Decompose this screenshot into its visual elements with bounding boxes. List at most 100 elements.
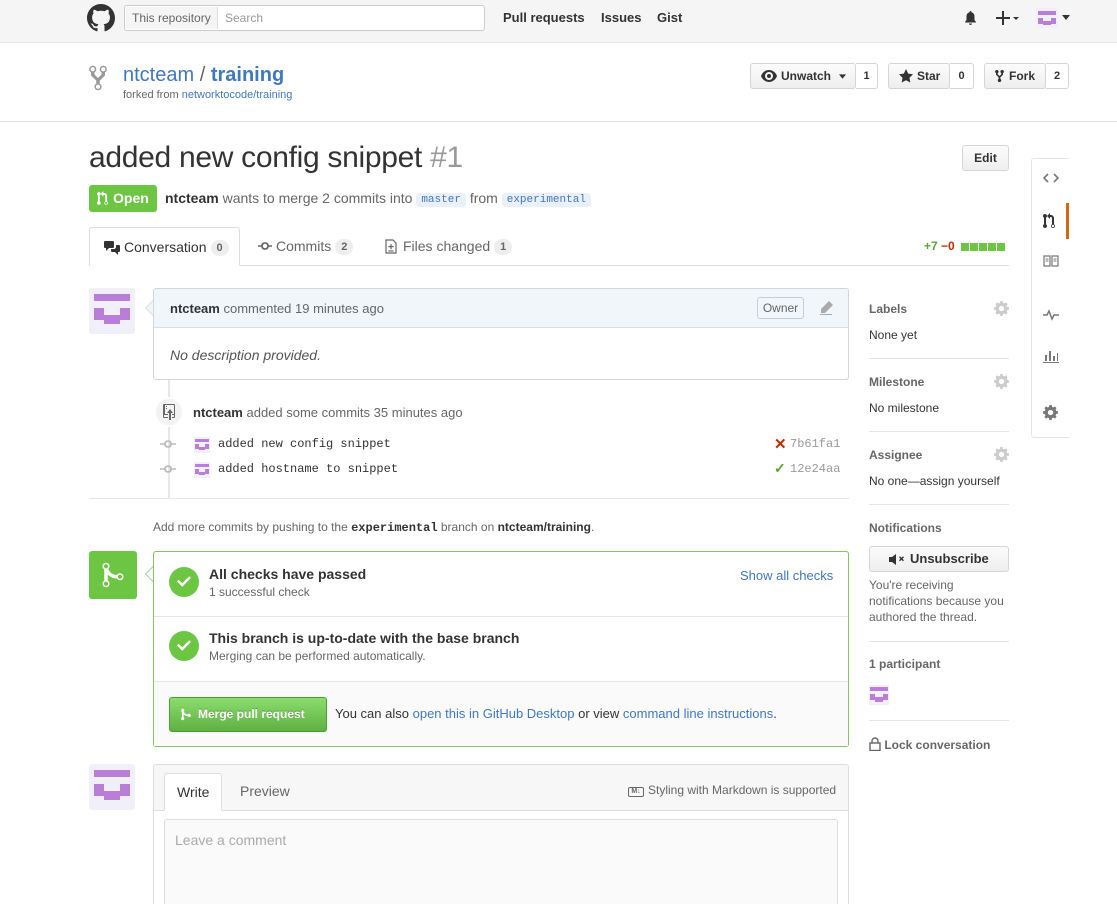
search-box: This repository	[124, 5, 485, 31]
fork-button[interactable]: Fork	[984, 63, 1046, 89]
tab-files-changed-label: Files changed 1	[403, 227, 513, 266]
head-branch[interactable]: experimental	[501, 193, 591, 207]
star-count[interactable]: 0	[950, 63, 974, 89]
commit-message[interactable]: added new config snippet	[218, 437, 391, 451]
git-merge-icon	[102, 562, 124, 588]
tab-files-changed[interactable]: Files changed 1	[385, 227, 525, 266]
nav-pull-requests[interactable]: Pull requests	[503, 10, 585, 25]
timeline-divider	[89, 498, 849, 499]
tab-commits[interactable]: Commits 2	[258, 227, 368, 266]
avatar-dropdown[interactable]	[1036, 8, 1058, 28]
eye-icon	[761, 70, 777, 82]
markdown-icon: M↓	[628, 787, 644, 797]
rail-code[interactable]	[1032, 161, 1069, 197]
file-diff-icon	[385, 239, 397, 254]
new-comment-form: Write Preview M↓ Styling with Markdown is…	[153, 764, 849, 904]
rail-pulse[interactable]	[1032, 299, 1069, 335]
pulse-icon	[1043, 309, 1059, 321]
gear-icon[interactable]	[994, 374, 1009, 389]
assignee-title[interactable]: Assignee	[869, 448, 922, 462]
plus-icon[interactable]	[996, 10, 1020, 26]
rail-pull-requests[interactable]	[1032, 203, 1069, 239]
sidebar-divider	[869, 641, 1009, 642]
gear-icon[interactable]	[994, 301, 1009, 316]
participant-avatar[interactable]	[869, 685, 889, 705]
commit-sha[interactable]: 7b61fa1	[790, 437, 840, 451]
comment-time[interactable]: 19 minutes ago	[295, 301, 384, 316]
git-merge-icon	[181, 708, 191, 721]
show-all-checks-link[interactable]: Show all checks	[740, 568, 833, 583]
rail-graphs[interactable]	[1032, 339, 1069, 375]
search-scope[interactable]: This repository	[126, 7, 218, 29]
tab-conversation-text: Conversation	[124, 239, 207, 255]
push-help-middle: branch on	[440, 520, 495, 534]
command-line-instructions-link[interactable]: command line instructions	[623, 706, 773, 721]
commit-author-avatar[interactable]	[194, 437, 210, 453]
repo-name: training	[210, 64, 285, 86]
bell-icon[interactable]	[963, 10, 978, 26]
pr-author[interactable]: ntcteam	[165, 190, 219, 206]
star-button[interactable]: Star	[888, 63, 950, 89]
watch-count[interactable]: 1	[856, 63, 878, 89]
code-icon	[1043, 173, 1059, 183]
forked-from-link[interactable]: networktocode/training	[182, 89, 293, 101]
merge-button-label: Merge pull request	[198, 707, 305, 721]
git-commit-icon	[160, 440, 176, 448]
tab-write[interactable]: Write	[164, 773, 223, 811]
merge-status-icon	[89, 551, 137, 599]
markdown-hint[interactable]: M↓ Styling with Markdown is supported	[628, 783, 836, 797]
commit-author-avatar[interactable]	[194, 462, 210, 478]
lock-conversation[interactable]: Lock conversation	[869, 737, 990, 752]
commit-sha[interactable]: 12e24aa	[790, 462, 840, 476]
gear-icon[interactable]	[994, 447, 1009, 462]
pencil-icon[interactable]	[819, 301, 833, 315]
labels-title[interactable]: Labels	[869, 302, 907, 316]
push-help-text: Add more commits by pushing to the exper…	[153, 520, 594, 535]
commit-message[interactable]: added hostname to snippet	[218, 462, 398, 476]
push-author[interactable]: ntcteam	[193, 405, 243, 420]
repo-header: ntcteam / training forked from networkto…	[0, 43, 1117, 122]
base-branch[interactable]: master	[416, 193, 466, 207]
tab-conversation[interactable]: Conversation 0	[89, 227, 240, 266]
pr-state-label: Open	[113, 190, 149, 206]
github-logo-icon[interactable]	[87, 4, 115, 32]
push-event-badge	[154, 397, 184, 427]
tab-commits-count: 2	[335, 239, 354, 255]
milestone-title[interactable]: Milestone	[869, 375, 924, 389]
merge-pull-request-button[interactable]: Merge pull request	[169, 697, 327, 732]
tab-conversation-label: Conversation 0	[124, 228, 229, 267]
unwatch-label: Unwatch	[781, 69, 832, 83]
rail-wiki[interactable]	[1032, 245, 1069, 281]
tab-commits-label: Commits 2	[276, 227, 354, 266]
assignee-value[interactable]: No one—assign yourself	[869, 474, 1000, 488]
unsubscribe-button[interactable]: Unsubscribe	[869, 546, 1009, 572]
comment-action: commented	[223, 301, 292, 316]
nav-gist[interactable]: Gist	[657, 10, 682, 25]
status-failure-icon[interactable]: ✕	[774, 435, 787, 453]
tab-commits-text: Commits	[276, 238, 332, 254]
comment-textarea[interactable]	[164, 819, 838, 904]
repo-nav-rail	[1031, 158, 1069, 438]
pr-title: added new config snippet #1	[89, 141, 463, 175]
fork-count[interactable]: 2	[1046, 63, 1069, 89]
branch-status-title: This branch is up-to-date with the base …	[209, 630, 520, 646]
star-label: Star	[917, 69, 941, 83]
repo-name-link[interactable]: training	[211, 64, 284, 86]
push-time: 35 minutes ago	[373, 405, 463, 420]
comment-author[interactable]: ntcteam	[170, 301, 220, 316]
status-success-icon[interactable]: ✓	[774, 460, 786, 477]
search-input[interactable]	[225, 7, 475, 29]
edit-title-button[interactable]: Edit	[962, 145, 1009, 171]
unwatch-button[interactable]: Unwatch	[750, 63, 856, 89]
tab-preview[interactable]: Preview	[228, 773, 302, 811]
push-help-branch: experimental	[351, 521, 438, 535]
repo-title: ntcteam / training	[123, 64, 284, 87]
forked-from: forked from networktocode/training	[123, 89, 292, 101]
avatar[interactable]	[89, 764, 135, 810]
repo-owner-link[interactable]: ntcteam	[123, 64, 194, 86]
open-desktop-link[interactable]: open this in GitHub Desktop	[413, 706, 575, 721]
avatar[interactable]	[89, 288, 135, 334]
rail-settings[interactable]	[1032, 395, 1069, 431]
labels-value: None yet	[869, 328, 918, 342]
nav-issues[interactable]: Issues	[601, 10, 641, 25]
